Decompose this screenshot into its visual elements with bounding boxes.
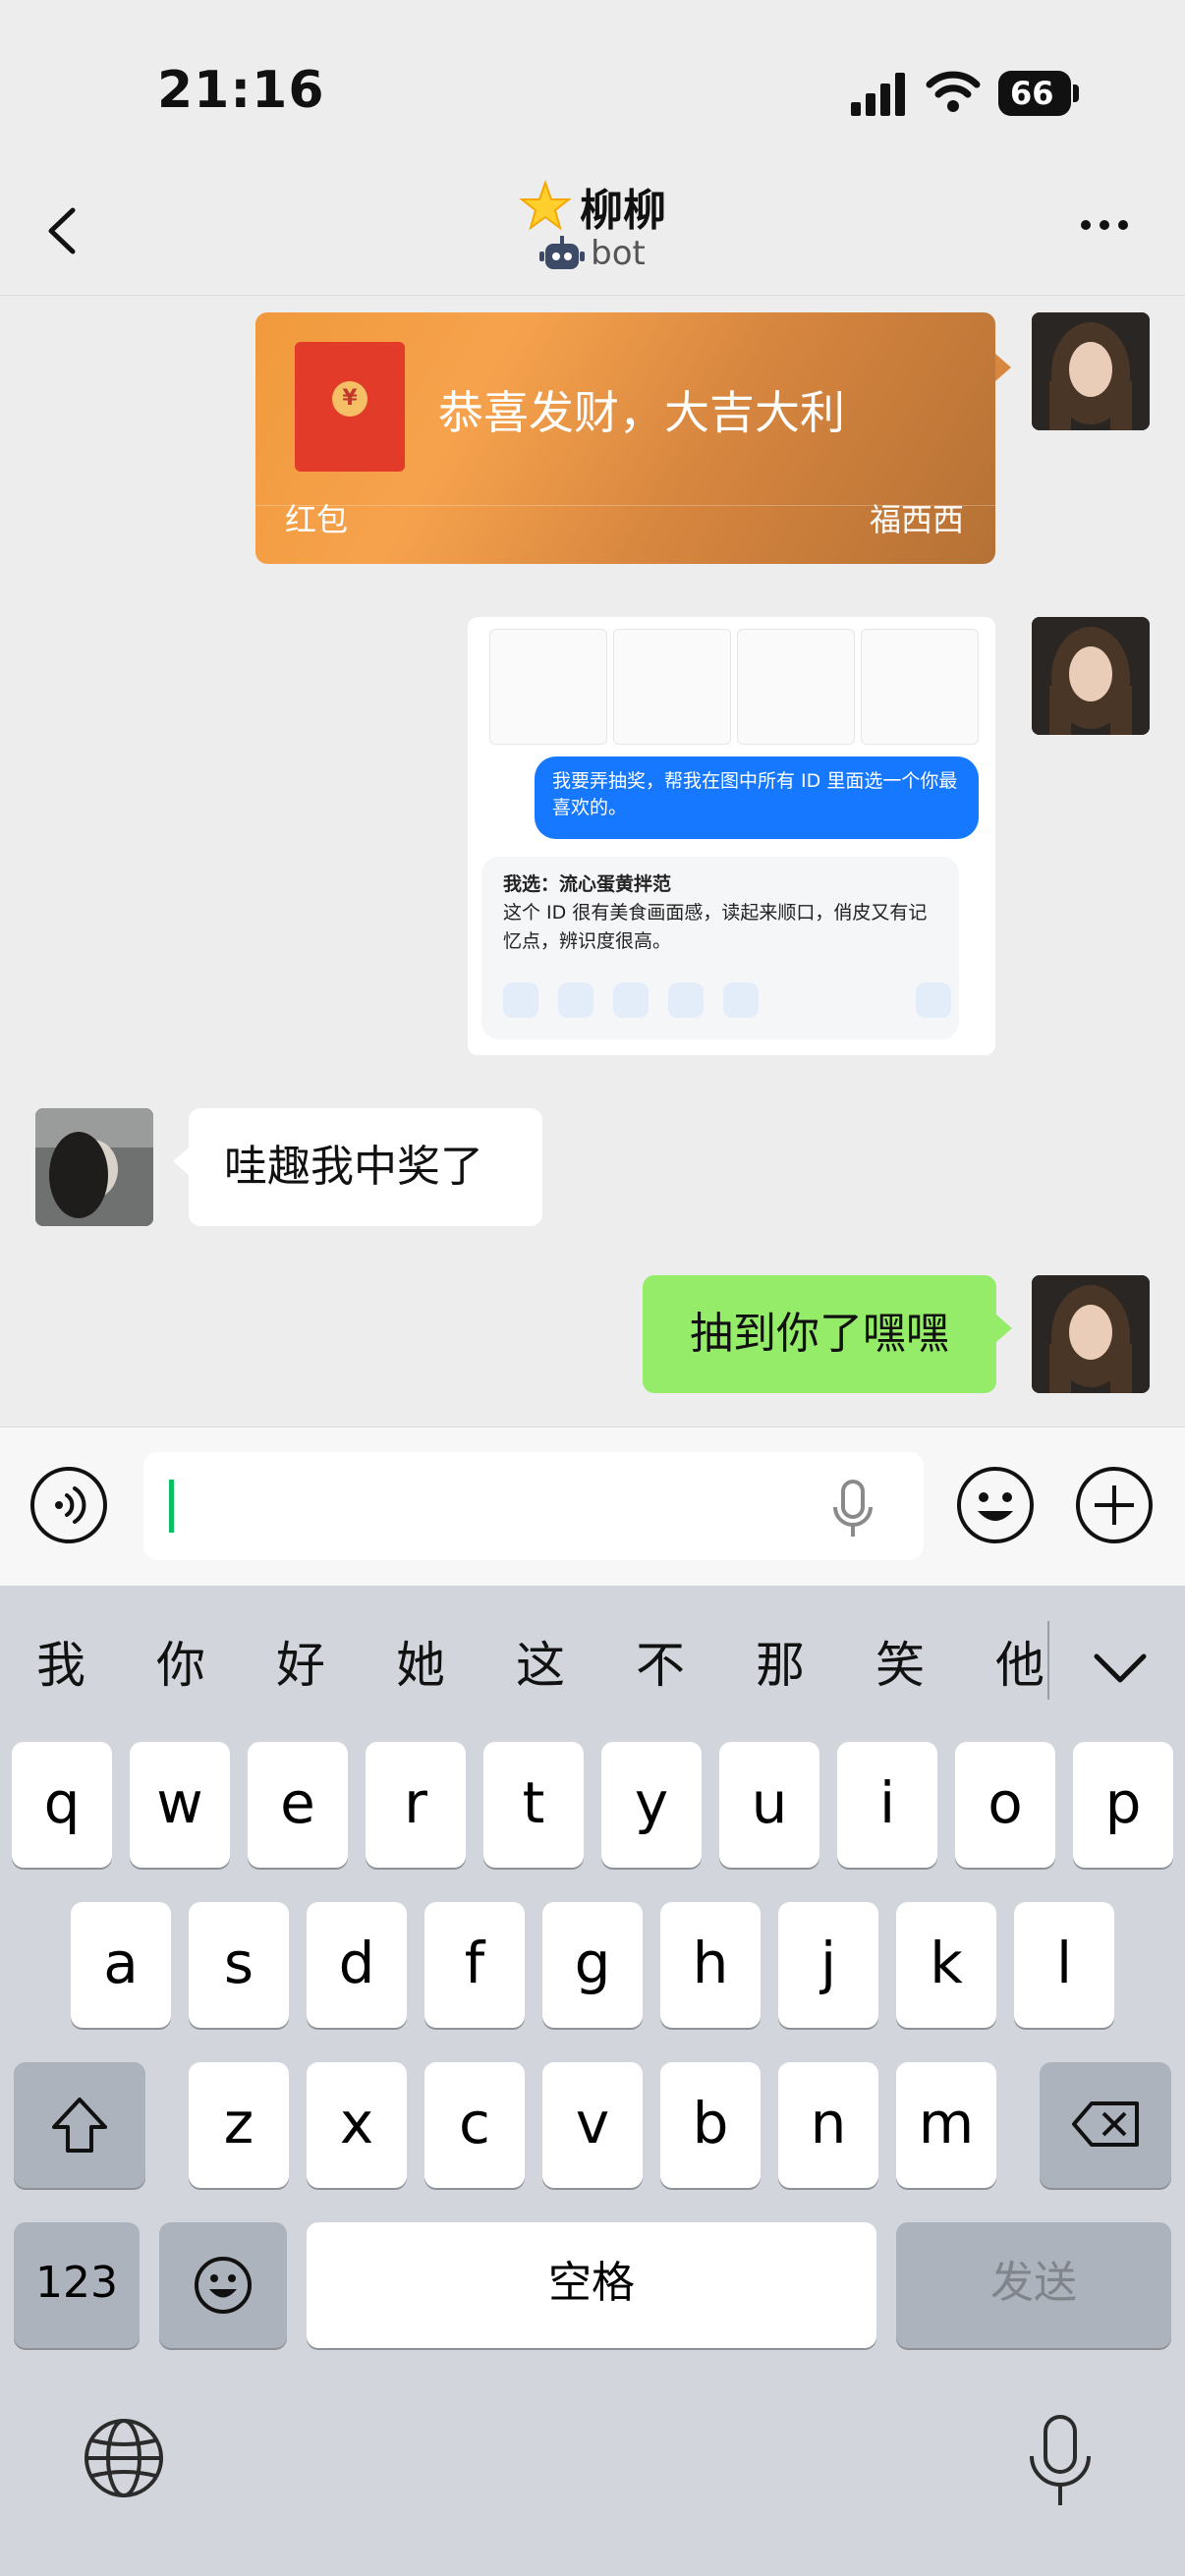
key-x[interactable]: x [307,2062,407,2188]
thumbnail [613,629,731,745]
share-icon [723,982,759,1018]
key-n[interactable]: n [778,2062,878,2188]
refresh-icon [916,982,951,1018]
candidate-item[interactable]: 这 [501,1626,580,1697]
globe-icon[interactable] [83,2417,165,2499]
emoji-key[interactable] [159,2222,287,2348]
candidate-separator [1047,1621,1049,1700]
send-key[interactable]: 发送 [896,2222,1171,2348]
backspace-icon [1072,2101,1139,2147]
candidate-item[interactable]: 笑 [861,1626,939,1697]
key-l[interactable]: l [1014,1902,1114,2028]
key-k[interactable]: k [896,1902,996,2028]
candidate-item[interactable]: 你 [141,1626,220,1697]
my-avatar[interactable] [1032,1275,1150,1393]
chat-subtitle-wrap: bot [0,234,1185,282]
text-caret [169,1480,174,1533]
portrait-image [35,1108,153,1226]
battery-indicator: 66 [998,71,1079,116]
portrait-image [1032,617,1150,735]
key-h[interactable]: h [660,1902,761,2028]
answer-card: 我选：流心蛋黄拌范 这个 ID 很有美食画面感，读起来顺口，俏皮又有记忆点，辨识… [481,857,959,1039]
key-i[interactable]: i [837,1742,937,1868]
key-e[interactable]: e [248,1742,348,1868]
backspace-key[interactable] [1040,2062,1171,2188]
red-packet-message[interactable]: ¥ 恭喜发财，大吉大利 红包 福西西 [255,312,1011,564]
shift-icon [52,2098,107,2153]
key-p[interactable]: p [1073,1742,1173,1868]
thumbs-up-icon [613,982,649,1018]
key-d[interactable]: d [307,1902,407,2028]
key-a[interactable]: a [71,1902,171,2028]
id-list-thumbnails [489,629,981,745]
image-message[interactable]: 我要弄抽奖，帮我在图中所有 ID 里面选一个你最喜欢的。 我选：流心蛋黄拌范 这… [468,617,995,1055]
key-s[interactable]: s [189,1902,289,2028]
key-c[interactable]: c [424,2062,525,2188]
portrait-image [1032,312,1150,430]
answer-title: 我选：流心蛋黄拌范 [503,873,672,895]
key-v[interactable]: v [542,2062,643,2188]
key-o[interactable]: o [955,1742,1055,1868]
candidate-item[interactable]: 那 [741,1626,819,1697]
key-f[interactable]: f [424,1902,525,2028]
message-input[interactable] [143,1452,924,1560]
key-q[interactable]: q [12,1742,112,1868]
my-avatar[interactable] [1032,617,1150,735]
key-w[interactable]: w [130,1742,230,1868]
chevron-down-icon[interactable] [1091,1651,1150,1686]
incoming-message[interactable]: 哇趣我中奖了 [173,1108,542,1226]
status-bar: 21:16 66 [0,0,1185,167]
key-g[interactable]: g [542,1902,643,2028]
cellular-signal-icon [851,73,905,116]
microphone-icon[interactable] [831,1480,875,1539]
candidate-item[interactable]: 不 [621,1626,700,1697]
number-mode-key[interactable]: 123 [14,2222,140,2348]
key-t[interactable]: t [483,1742,584,1868]
key-z[interactable]: z [189,2062,289,2188]
candidate-item[interactable]: 好 [261,1626,340,1697]
candidate-item[interactable]: 我 [22,1626,100,1697]
red-packet-label: 红包 [285,501,349,538]
key-u[interactable]: u [719,1742,819,1868]
more-options-icon[interactable] [1079,218,1130,232]
copy-icon [503,982,538,1018]
speaker-icon [558,982,593,1018]
coin-icon: ¥ [332,381,367,417]
key-b[interactable]: b [660,2062,761,2188]
shift-key[interactable] [14,2062,145,2188]
my-avatar[interactable] [1032,312,1150,430]
key-y[interactable]: y [601,1742,702,1868]
red-packet-sender: 福西西 [869,501,964,538]
candidate-item[interactable]: 她 [381,1626,460,1697]
thumbnail [489,629,607,745]
space-key[interactable]: 空格 [307,2222,876,2348]
voice-input-icon[interactable] [29,1466,108,1544]
chat-title-wrap: 柳柳 [0,175,1185,238]
chat-title: 柳柳 [580,186,666,236]
red-envelope-icon: ¥ [295,342,405,472]
robot-icon [539,236,586,269]
prompt-bubble: 我要弄抽奖，帮我在图中所有 ID 里面选一个你最喜欢的。 [535,756,979,839]
star-icon [519,180,572,231]
key-j[interactable]: j [778,1902,878,2028]
chat-subtitle: bot [591,234,646,273]
answer-body: 这个 ID 很有美食画面感，读起来顺口，俏皮又有记忆点，辨识度很高。 [503,902,928,952]
wifi-icon [926,71,981,112]
emoji-icon[interactable] [956,1466,1035,1544]
status-time: 21:16 [157,61,325,120]
key-r[interactable]: r [366,1742,466,1868]
add-more-icon[interactable] [1075,1466,1154,1544]
dictation-microphone-icon[interactable] [1026,2413,1095,2511]
red-packet-greeting: 恭喜发财，大吉大利 [438,386,845,439]
thumbnail [737,629,855,745]
emoji-icon [195,2257,252,2314]
portrait-image [1032,1275,1150,1393]
outgoing-message[interactable]: 抽到你了嘿嘿 [643,1275,1012,1393]
contact-avatar[interactable] [35,1108,153,1226]
thumbs-down-icon [668,982,704,1018]
key-m[interactable]: m [896,2062,996,2188]
thumbnail [861,629,979,745]
